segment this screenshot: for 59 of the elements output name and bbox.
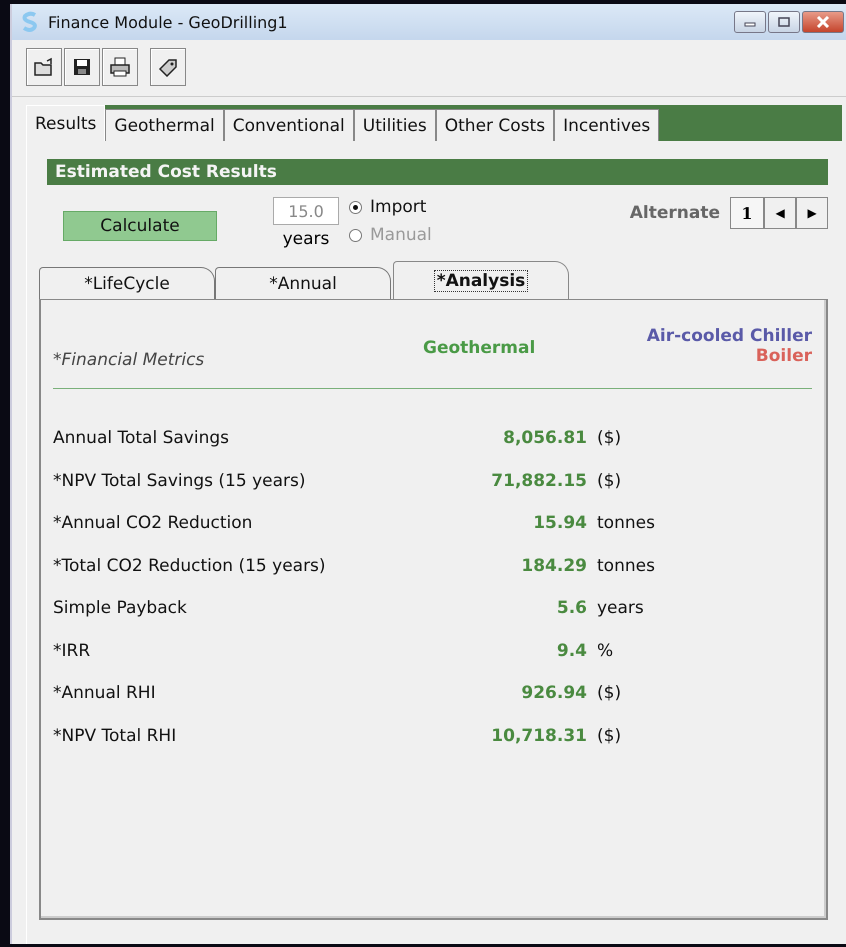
metric-label: Annual Total Savings <box>53 428 230 448</box>
tab[interactable]: Incentives <box>554 109 660 141</box>
tag-icon <box>157 57 179 77</box>
metric-label: *Annual RHI <box>53 683 157 704</box>
column-header: Air-cooled Chiller <box>646 326 812 346</box>
years-label: years <box>282 229 330 249</box>
section-header: Estimated Cost Results <box>47 159 828 185</box>
metric-value: 9.4 <box>556 640 587 661</box>
calculate-button[interactable]: Calculate <box>63 211 217 241</box>
metric-value: 5.6 <box>556 598 587 618</box>
close-icon <box>815 16 831 28</box>
metric-unit: % <box>597 640 614 661</box>
metric-label: Simple Payback <box>53 598 188 618</box>
alternate-value: 1 <box>730 197 764 229</box>
metric-label: *Total CO2 Reduction (15 years) <box>53 556 327 576</box>
maximize-button[interactable] <box>768 11 800 33</box>
metric-value: 184.29 <box>520 556 587 576</box>
print-button[interactable] <box>102 48 138 86</box>
save-button[interactable] <box>64 48 100 86</box>
radio-option[interactable]: Import <box>349 197 432 217</box>
metrics-title: *Financial Metrics <box>53 350 206 370</box>
previous-button[interactable]: ◀ <box>764 197 796 229</box>
metric-label: *Annual CO2 Reduction <box>53 513 254 534</box>
next-button[interactable]: ▶ <box>796 197 828 229</box>
tab[interactable]: Conventional <box>224 109 354 141</box>
printer-icon <box>109 57 131 77</box>
minimize-button[interactable] <box>734 11 766 33</box>
metric-value: 10,718.31 <box>490 726 587 746</box>
metric-unit: tonnes <box>597 513 655 534</box>
tab[interactable]: Results <box>26 105 106 141</box>
tab[interactable]: *Analysis <box>393 261 569 299</box>
metric-label: *NPV Total Savings (15 years) <box>53 470 307 491</box>
tab[interactable]: Geothermal <box>105 109 224 141</box>
tab[interactable]: Other Costs <box>436 109 554 141</box>
metric-unit: ($) <box>597 428 622 448</box>
maximize-icon <box>777 16 791 28</box>
metric-value: 926.94 <box>520 683 587 704</box>
window-title: Finance Module - GeoDrilling1 <box>48 12 288 32</box>
metric-unit: tonnes <box>597 556 655 576</box>
column-header: Geothermal <box>423 338 536 358</box>
metric-unit: ($) <box>597 683 622 704</box>
metric-unit: ($) <box>597 726 622 746</box>
alternate-label: Alternate <box>630 203 720 223</box>
metric-value: 8,056.81 <box>502 428 587 448</box>
folder-icon <box>33 57 55 77</box>
metric-value: 15.94 <box>532 513 587 534</box>
column-header: Boiler <box>756 346 812 366</box>
open-folder-button[interactable] <box>26 48 62 86</box>
tab[interactable]: Utilities <box>354 109 436 141</box>
tag-button[interactable] <box>150 48 186 86</box>
metric-unit: ($) <box>597 470 622 491</box>
tab[interactable]: *LifeCycle <box>39 267 215 299</box>
close-button[interactable] <box>802 11 844 33</box>
metric-label: *NPV Total RHI <box>53 726 178 746</box>
metric-unit: years <box>597 598 644 618</box>
dollar-icon <box>20 11 40 33</box>
metric-value: 71,882.15 <box>490 470 587 491</box>
metric-label: *IRR <box>53 640 92 661</box>
tab[interactable]: *Annual <box>215 267 391 299</box>
